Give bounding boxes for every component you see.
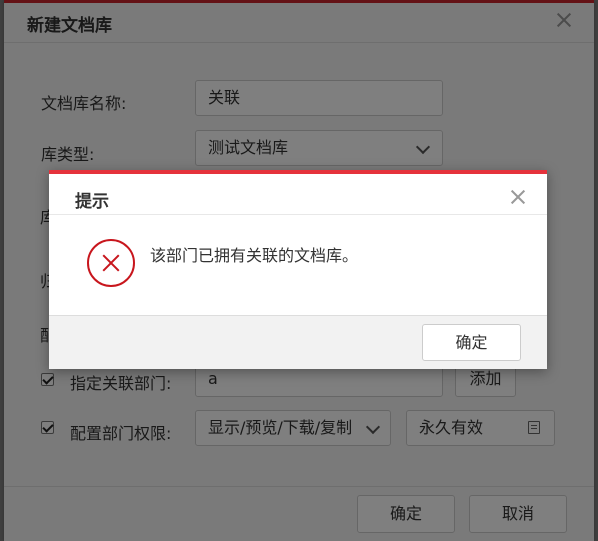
modal-ok-button[interactable]: 确定 (422, 324, 521, 361)
modal-message: 该部门已拥有关联的文档库。 (150, 246, 359, 265)
modal-title: 提示 (75, 192, 109, 212)
modal-footer: 确定 (49, 315, 547, 369)
modal-divider (49, 214, 547, 215)
error-icon (87, 239, 135, 287)
modal-top-bar (49, 170, 547, 174)
alert-modal: 提示 该部门已拥有关联的文档库。 确定 (49, 170, 547, 369)
close-icon[interactable] (510, 189, 526, 205)
